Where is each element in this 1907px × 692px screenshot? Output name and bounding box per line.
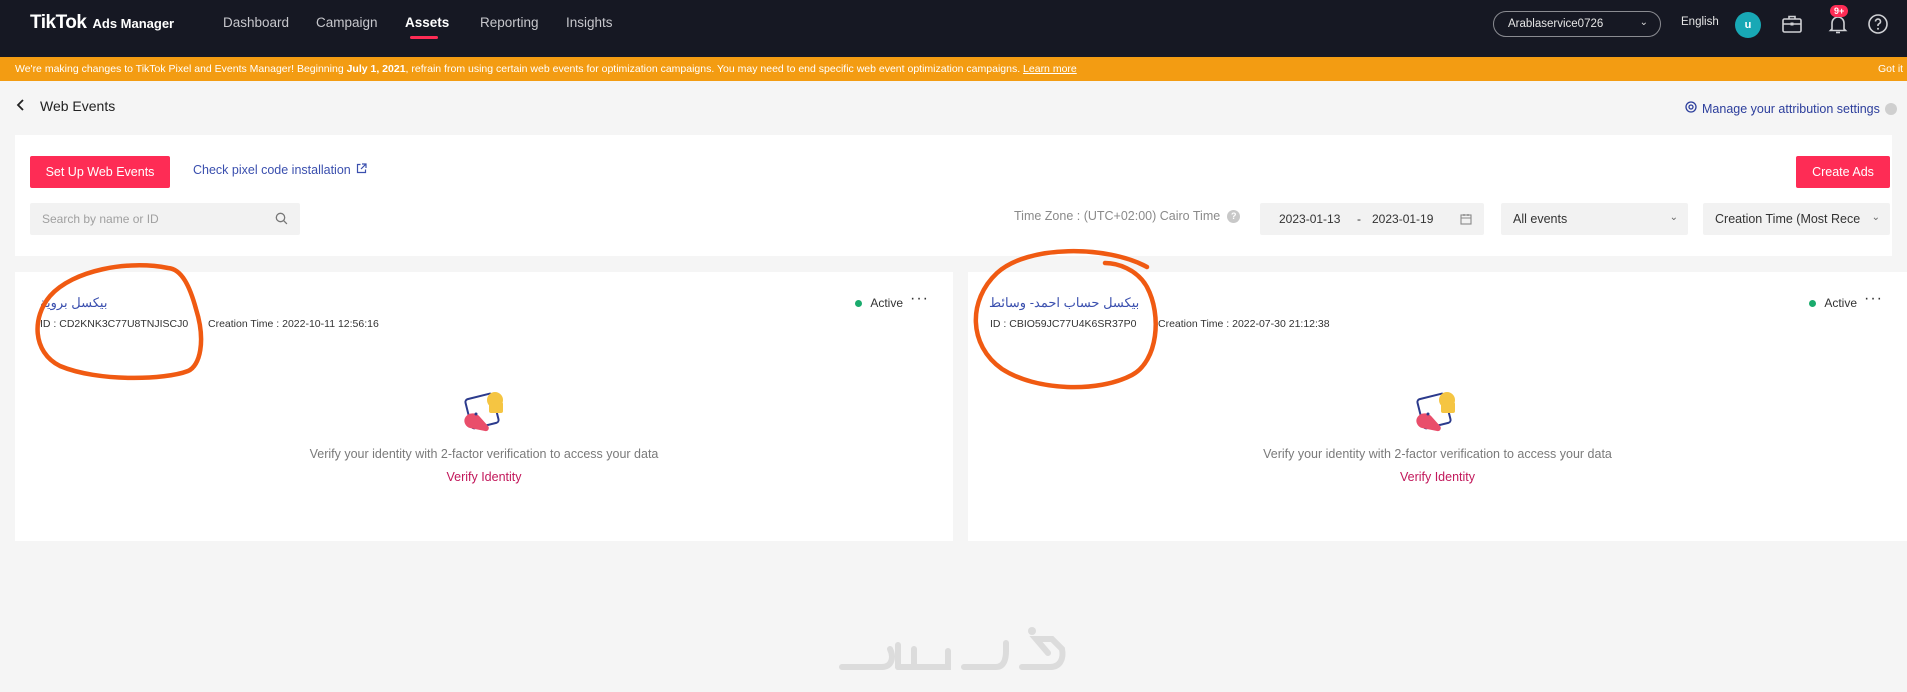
notification-badge: 9+ [1830, 5, 1849, 17]
check-pixel-label: Check pixel code installation [193, 163, 351, 177]
pixel-id: ID : CBIO59JC77U4K6SR37P0 [990, 318, 1137, 330]
date-start: 2023-01-13 [1279, 212, 1341, 226]
timezone-text: Time Zone : (UTC+02:00) Cairo Time [1014, 209, 1221, 223]
events-filter-value: All events [1513, 212, 1568, 226]
logo-subtitle: Ads Manager [92, 16, 175, 31]
more-options-icon[interactable]: ··· [1864, 290, 1883, 308]
pixel-creation-time: Creation Time : 2022-10-11 12:56:16 [208, 318, 379, 330]
more-options-icon[interactable]: ··· [910, 290, 929, 308]
nav-campaign[interactable]: Campaign [316, 15, 378, 30]
nav-reporting[interactable]: Reporting [480, 15, 539, 30]
chevron-down-icon: ⌄ [1639, 17, 1648, 28]
status-dot [855, 299, 863, 307]
calendar-icon [1460, 213, 1472, 228]
account-name: Arablaservice0726 [1508, 18, 1604, 30]
status-text: Active [870, 296, 903, 310]
banner-text-start: We're making changes to TikTok Pixel and… [15, 63, 347, 75]
nav-insights[interactable]: Insights [566, 15, 613, 30]
banner-date: July 1, 2021 [346, 63, 406, 75]
verify-identity-link[interactable]: Verify Identity [15, 470, 953, 484]
help-icon[interactable] [1866, 12, 1890, 36]
set-up-web-events-button[interactable]: Set Up Web Events [30, 156, 170, 188]
pixel-creation-time: Creation Time : 2022-07-30 21:12:38 [1158, 318, 1330, 330]
search-icon [275, 212, 288, 228]
got-it-button[interactable]: Got it [1878, 63, 1903, 75]
nav-active-indicator [410, 36, 438, 39]
date-separator: - [1357, 212, 1361, 226]
sort-select[interactable]: Creation Time (Most Rece ⌄ [1703, 203, 1890, 235]
pixel-card[interactable]: بيكسل حساب احمد- وسائط ID : CBIO59JC77U4… [968, 272, 1907, 541]
verification-illustration [462, 390, 510, 441]
verify-identity-link[interactable]: Verify Identity [968, 470, 1907, 484]
external-link-icon [356, 163, 367, 177]
status-text: Active [1824, 296, 1857, 310]
learn-more-link[interactable]: Learn more [1023, 63, 1077, 75]
attribution-settings-link[interactable]: Manage your attribution settings [1684, 100, 1897, 117]
toolbar-panel: Set Up Web Events Check pixel code insta… [15, 135, 1892, 256]
page-header: Web Events [16, 98, 115, 114]
nav-assets[interactable]: Assets [405, 15, 449, 30]
info-icon[interactable] [1884, 102, 1897, 115]
sort-value: Creation Time (Most Rece [1715, 212, 1861, 226]
search-placeholder: Search by name or ID [42, 212, 159, 226]
search-input[interactable]: Search by name or ID [30, 203, 300, 235]
account-selector[interactable]: Arablaservice0726 ⌄ [1493, 11, 1661, 37]
page-title: Web Events [40, 98, 116, 114]
status-dot [1809, 299, 1817, 307]
language-switcher[interactable]: English [1681, 16, 1719, 28]
verify-identity-message: Verify your identity with 2-factor verif… [1263, 447, 1612, 461]
gear-icon [1684, 100, 1698, 117]
banner-text-end: , refrain from using certain web events … [405, 63, 1024, 75]
watermark-logo [836, 625, 1070, 680]
verification-illustration [1414, 390, 1462, 441]
pixel-id: ID : CD2KNK3C77U8TNJISCJ0 [40, 318, 189, 330]
check-pixel-installation-link[interactable]: Check pixel code installation [193, 163, 367, 177]
back-arrow-icon[interactable] [16, 98, 26, 114]
status-badge: Active [855, 296, 903, 310]
pixel-card[interactable]: بيكسل بروية ID : CD2KNK3C77U8TNJISCJ0 Cr… [15, 272, 953, 541]
date-end: 2023-01-19 [1372, 212, 1434, 226]
pixel-name[interactable]: بيكسل حساب احمد- وسائط [989, 295, 1139, 311]
create-ads-button[interactable]: Create Ads [1796, 156, 1890, 188]
attribution-settings-label: Manage your attribution settings [1702, 101, 1880, 116]
toolbox-icon[interactable] [1780, 12, 1804, 36]
nav-dashboard[interactable]: Dashboard [223, 15, 289, 30]
pixel-name[interactable]: بيكسل بروية [40, 295, 107, 311]
chevron-down-icon: ⌄ [1669, 212, 1678, 223]
chevron-down-icon: ⌄ [1867, 212, 1880, 223]
timezone-label: Time Zone : (UTC+02:00) Cairo Time ? [1014, 209, 1241, 223]
status-badge: Active [1809, 296, 1857, 310]
date-range-picker[interactable]: 2023-01-13 - 2023-01-19 [1260, 203, 1484, 235]
announcement-banner: We're making changes to TikTok Pixel and… [0, 57, 1907, 81]
tiktok-ads-manager-logo[interactable]: TikTok Ads Manager [30, 12, 174, 34]
verify-identity-message: Verify your identity with 2-factor verif… [309, 447, 659, 461]
events-filter-select[interactable]: All events ⌄ [1501, 203, 1688, 235]
logo-text: TikTok [30, 12, 87, 33]
question-icon[interactable]: ? [1227, 209, 1241, 223]
top-navigation-bar: TikTok Ads Manager Dashboard Campaign As… [0, 0, 1907, 57]
avatar[interactable]: u [1735, 12, 1761, 38]
